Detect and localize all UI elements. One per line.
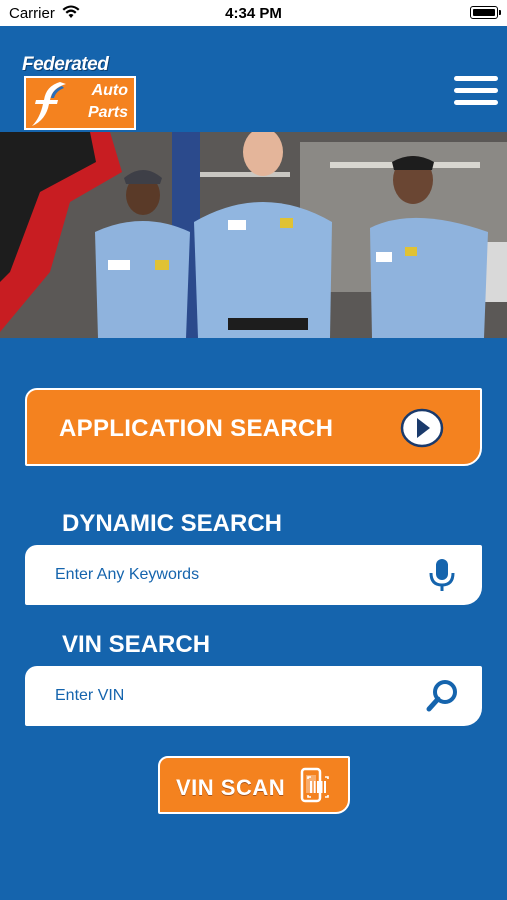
federated-auto-parts-logo[interactable]: Federated Auto Parts bbox=[22, 54, 140, 132]
logo-badge: Auto Parts bbox=[24, 76, 136, 130]
hero-image bbox=[0, 132, 507, 338]
status-bar: Carrier 4:34 PM bbox=[0, 0, 507, 26]
vin-search-title: VIN SEARCH bbox=[62, 631, 211, 658]
logo-line-auto: Auto bbox=[91, 82, 128, 99]
play-arrow-circle-icon bbox=[400, 408, 444, 448]
status-time: 4:34 PM bbox=[225, 5, 282, 22]
logo-brand-text: Federated bbox=[22, 54, 109, 75]
application-search-button[interactable]: APPLICATION SEARCH bbox=[25, 388, 482, 466]
vin-scan-button[interactable]: VIN SCAN bbox=[158, 756, 350, 814]
vin-search-input[interactable] bbox=[55, 666, 415, 726]
mechanics-photo bbox=[0, 132, 507, 338]
dynamic-search-input[interactable] bbox=[55, 545, 415, 605]
dynamic-search-title: DYNAMIC SEARCH bbox=[62, 510, 283, 537]
vin-search-box bbox=[25, 666, 482, 726]
battery-icon bbox=[470, 6, 501, 19]
logo-line-parts: Parts bbox=[87, 104, 128, 121]
logo-swoosh-icon bbox=[32, 82, 66, 126]
microphone-icon[interactable] bbox=[424, 557, 460, 593]
dynamic-search-box bbox=[25, 545, 482, 605]
hamburger-menu-icon[interactable] bbox=[454, 76, 498, 110]
barcode-scan-icon bbox=[300, 767, 329, 803]
vin-scan-label: VIN SCAN bbox=[176, 775, 286, 800]
application-search-label: APPLICATION SEARCH bbox=[59, 415, 334, 442]
search-icon[interactable] bbox=[424, 678, 460, 714]
app-header: Federated Auto Parts bbox=[0, 26, 507, 132]
